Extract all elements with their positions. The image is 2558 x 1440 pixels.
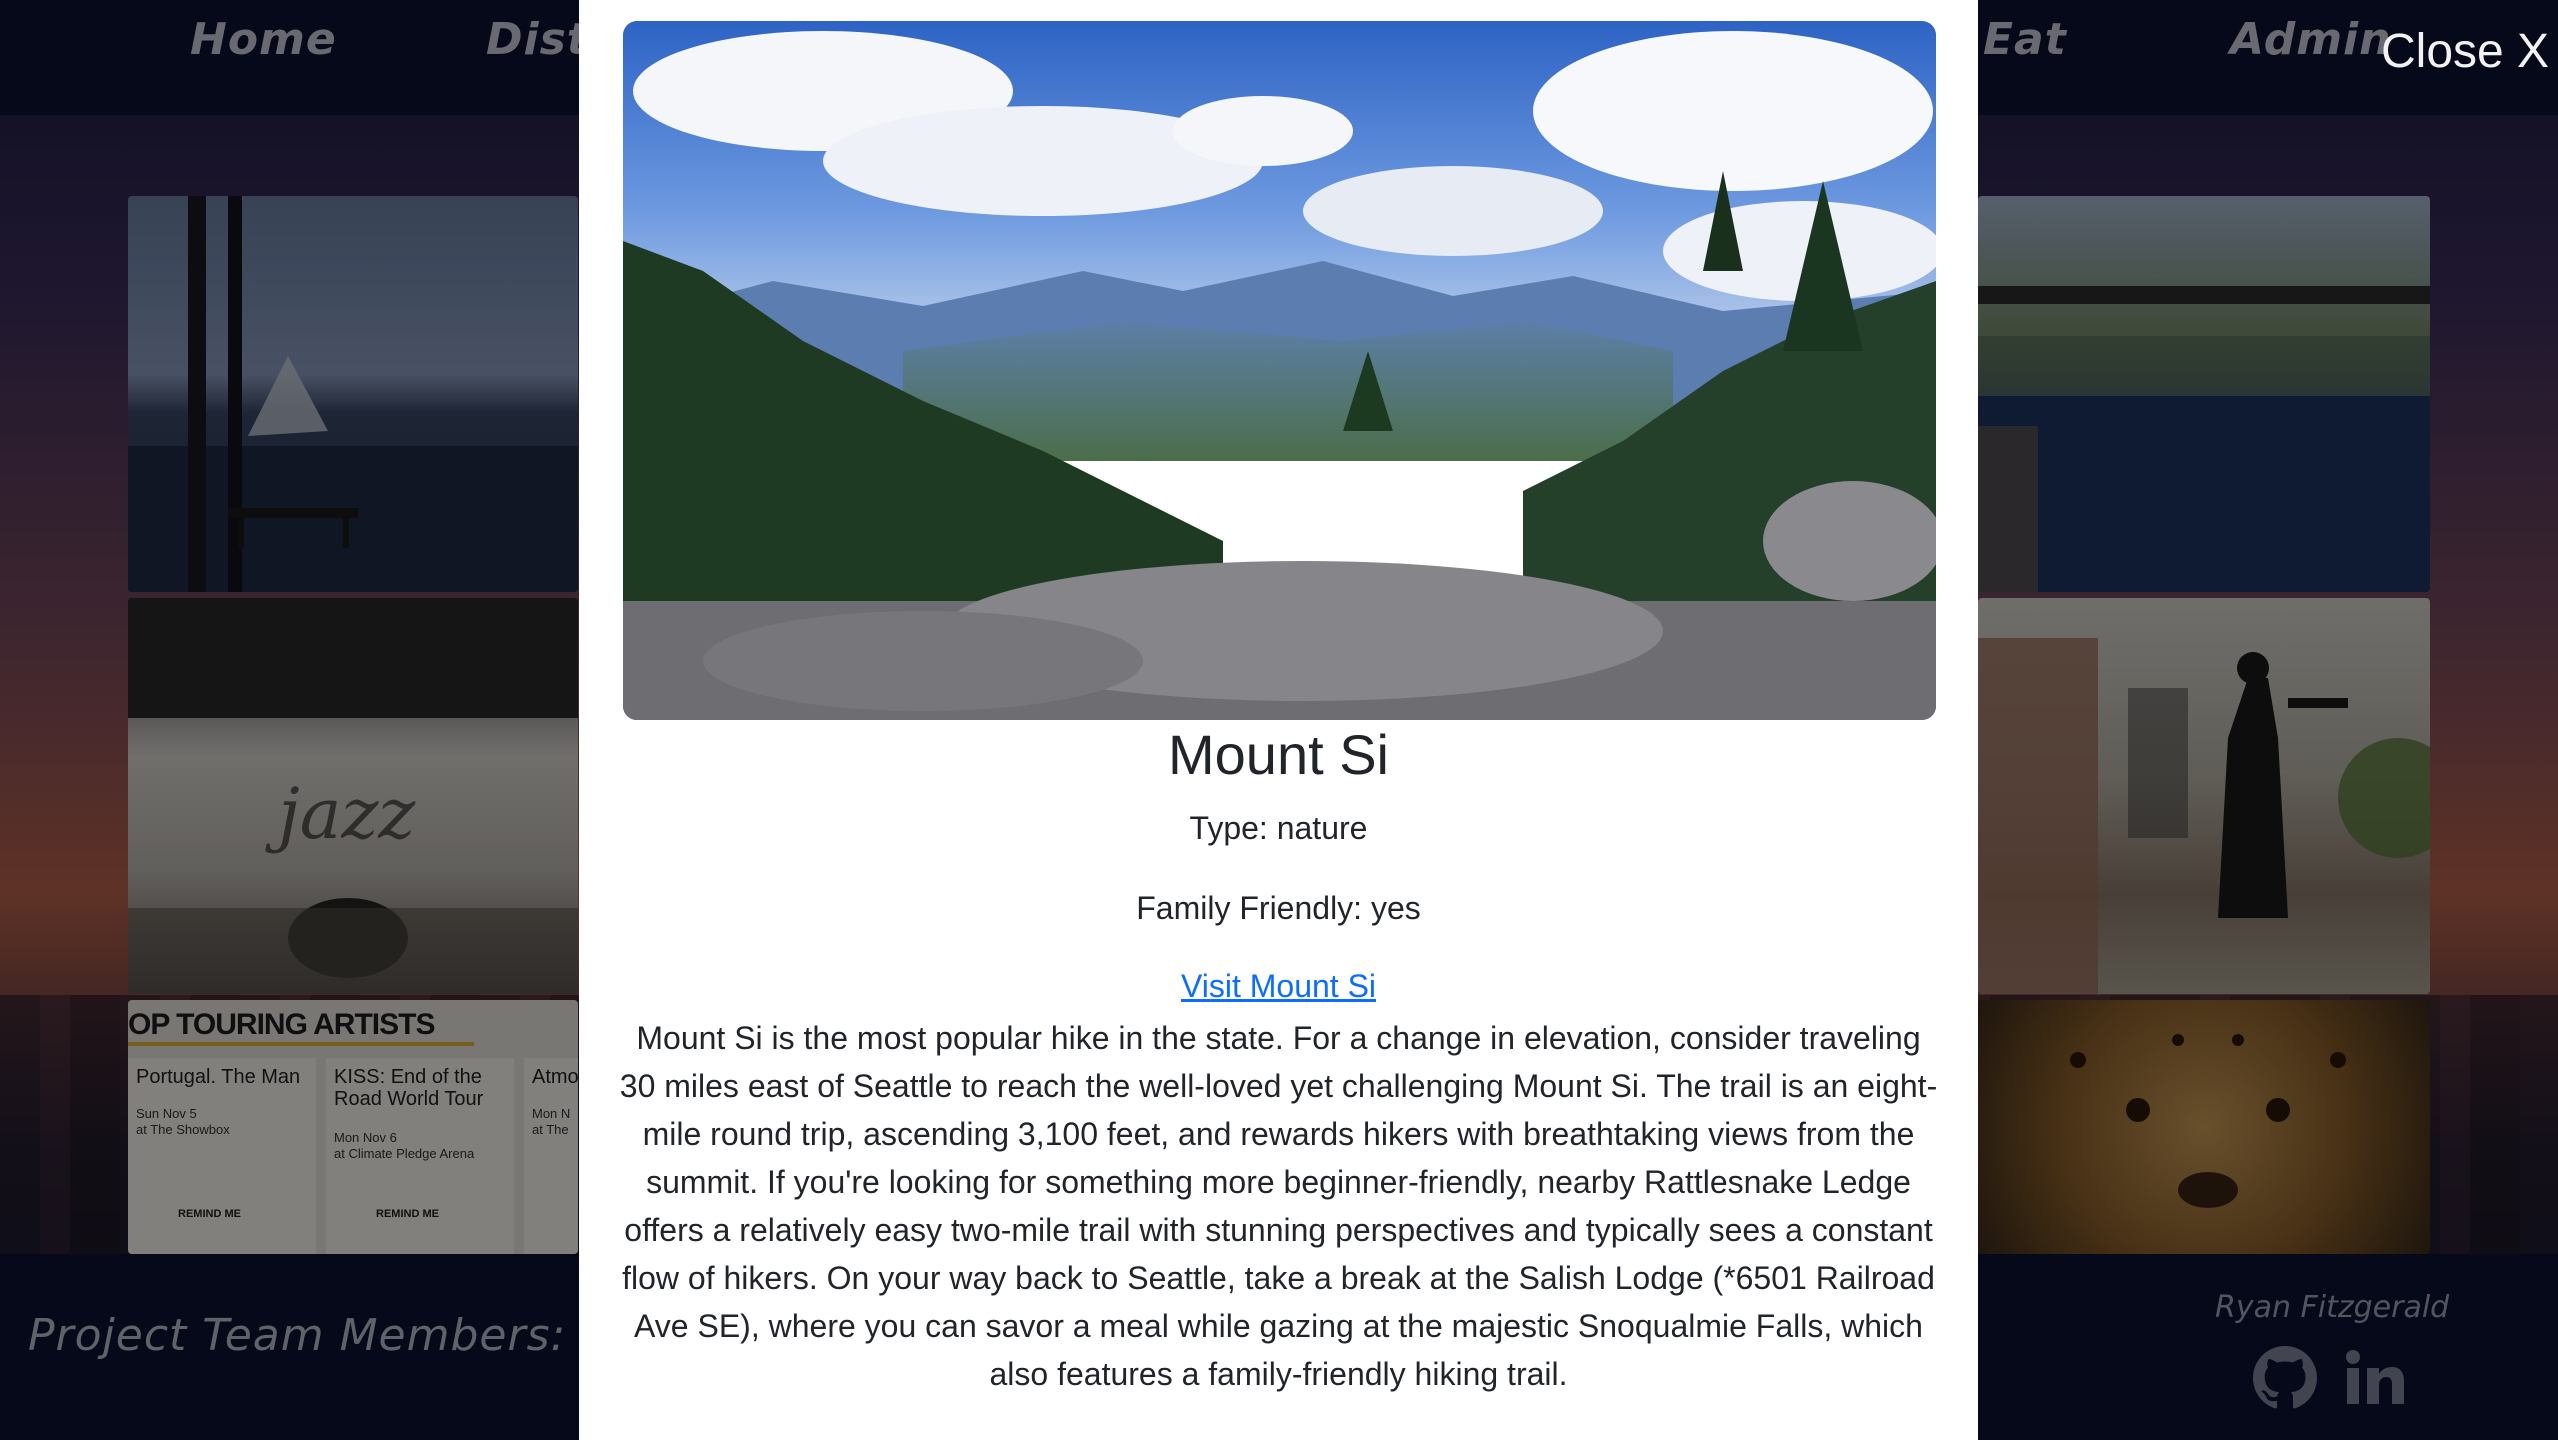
visit-attraction-link[interactable]: Visit Mount Si — [1181, 968, 1376, 1004]
mountain-landscape-image — [623, 21, 1936, 720]
attraction-hero-image — [623, 21, 1936, 720]
attraction-title: Mount Si — [1168, 723, 1389, 786]
attraction-modal: Mount Si Type: nature Family Friendly: y… — [579, 0, 1978, 1440]
attraction-family-friendly: Family Friendly: yes — [1136, 890, 1421, 926]
attraction-type: Type: nature — [1189, 810, 1368, 846]
close-modal-button[interactable]: Close X — [2381, 24, 2549, 79]
attraction-description: Mount Si is the most popular hike in the… — [619, 1020, 1938, 1392]
visit-link-container: Visit Mount Si — [579, 968, 1978, 1005]
